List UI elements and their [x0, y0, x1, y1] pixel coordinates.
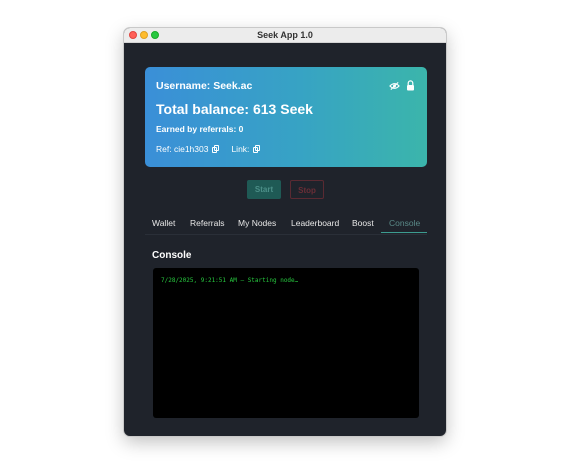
link-label: Link:: [231, 144, 250, 154]
tab-boost[interactable]: Boost: [352, 217, 374, 229]
tab-referrals[interactable]: Referrals: [190, 217, 224, 229]
tab-my-nodes[interactable]: My Nodes: [238, 217, 276, 229]
window-title: Seek App 1.0: [257, 30, 313, 40]
account-card: Username: Seek.ac Total balance: 613 See…: [145, 67, 427, 167]
console-line: 7/28/2025, 9:21:51 AM — Starting node…: [161, 277, 299, 284]
referral-code: Ref: cie1h303: [156, 144, 209, 154]
tab-bar: Wallet Referrals My Nodes Leaderboard Bo…: [145, 217, 427, 235]
copy-ref-icon[interactable]: [212, 145, 220, 153]
total-balance: Total balance: 613 Seek: [156, 101, 313, 117]
lock-icon[interactable]: [406, 80, 415, 91]
console-output[interactable]: 7/28/2025, 9:21:51 AM — Starting node…: [153, 268, 419, 418]
active-tab-indicator: [381, 232, 427, 233]
eye-slash-icon[interactable]: [389, 81, 400, 91]
tab-leaderboard[interactable]: Leaderboard: [291, 217, 339, 229]
referral-earnings: Earned by referrals: 0: [156, 124, 244, 134]
referral-row: Ref: cie1h303 Link:: [156, 144, 261, 154]
start-button[interactable]: Start: [247, 180, 281, 199]
username-label: Username: Seek.ac: [156, 80, 253, 92]
console-heading: Console: [152, 250, 192, 261]
copy-link-icon[interactable]: [253, 145, 261, 153]
title-bar: Seek App 1.0: [124, 28, 446, 43]
tab-wallet[interactable]: Wallet: [152, 217, 175, 229]
tab-console[interactable]: Console: [389, 217, 420, 229]
stop-button[interactable]: Stop: [290, 180, 324, 199]
app-window: Seek App 1.0 Username: Seek.ac Total bal…: [124, 28, 446, 436]
